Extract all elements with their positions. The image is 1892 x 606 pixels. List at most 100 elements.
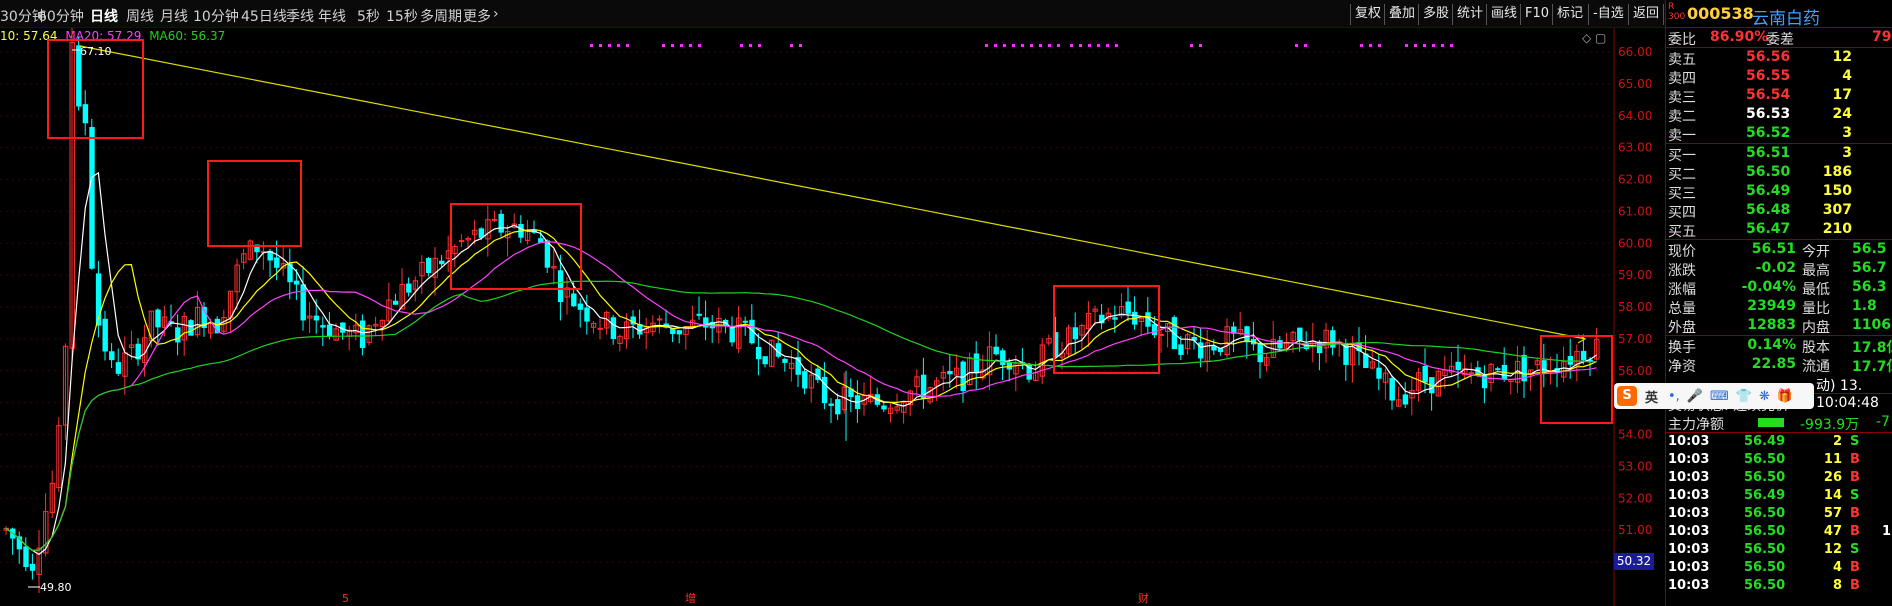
candle-body (115, 362, 122, 374)
candle-body (425, 258, 432, 274)
weibi-value: 86.90% (1710, 29, 1769, 45)
signal-dot (799, 44, 802, 47)
timeframe-3[interactable]: 周线 (126, 6, 154, 26)
candle-body (392, 300, 399, 305)
ime-settings-icon[interactable]: ❋ (1759, 389, 1770, 404)
candle-body (1376, 367, 1382, 379)
tick-list[interactable]: 10:03 56.49 2 S 10:03 56.50 11 B 10:03 56.50 26 B 10… (1666, 432, 1892, 595)
ime-punctuation-icon[interactable]: •, (1668, 389, 1680, 404)
candle-body (300, 284, 306, 321)
stat-label: 现价 (1668, 244, 1696, 260)
more-chevron-icon[interactable]: › (493, 6, 499, 22)
ime-keyboard-icon[interactable]: ⌨ (1710, 389, 1729, 404)
book-label: 买一 (1668, 148, 1696, 164)
toolbar-button-8[interactable]: 返回 (1628, 4, 1665, 25)
trade-status-time: 10:04:48 (1816, 395, 1879, 411)
candle-body (584, 307, 590, 322)
timeframe-6[interactable]: 45日线 (241, 6, 287, 26)
stat-value: 1.8 (1852, 298, 1877, 314)
timeframe-12[interactable]: 更多 (463, 6, 491, 26)
stat-label: 换手 (1668, 340, 1696, 356)
tick-row: 10:03 56.49 2 S (1666, 433, 1892, 451)
candle-body (828, 403, 834, 406)
stat-row: 总量 23949 量比 1.8 (1666, 297, 1892, 317)
stat-label: 今开 (1802, 244, 1830, 260)
candle-body (1422, 365, 1428, 383)
asks-row[interactable]: 卖二 56.53 24 (1666, 105, 1892, 125)
toolbar-button-5[interactable]: F10 (1520, 4, 1553, 25)
y-tick-label: 59.00 (1618, 268, 1652, 282)
ime-language-toggle[interactable]: 英 (1645, 387, 1658, 406)
timeframe-4[interactable]: 月线 (160, 6, 188, 26)
tick-row: 10:03 56.50 47 B 1 (1666, 523, 1892, 541)
toolbar-button-4[interactable]: 画线 (1486, 4, 1521, 25)
bids-row[interactable]: 买三 56.49 150 (1666, 182, 1892, 202)
toolbar-button-7[interactable]: -自选 (1588, 4, 1628, 25)
weicha-label: 委差 (1766, 32, 1794, 48)
stat-value: 12883 (1747, 317, 1796, 333)
timeframe-1[interactable]: 60分钟 (38, 6, 84, 26)
candle-body (29, 563, 36, 571)
asks-row[interactable]: 卖一 56.52 3 (1666, 124, 1892, 144)
highlight-box (207, 160, 302, 247)
bids-row[interactable]: 买五 56.47 210 (1666, 220, 1892, 240)
bids-row[interactable]: 买二 56.50 186 (1666, 163, 1892, 183)
candle-body (821, 376, 828, 404)
candle-body (293, 280, 300, 285)
toolbar-button-2[interactable]: 多股 (1418, 4, 1453, 25)
book-label: 买四 (1668, 205, 1696, 221)
timeframe-11[interactable]: 多周期 (420, 6, 462, 26)
tick-price: 56.50 (1744, 524, 1786, 539)
toolbar-button-1[interactable]: 叠加 (1384, 4, 1419, 25)
timeframe-8[interactable]: 年线 (318, 6, 346, 26)
asks-row[interactable]: 卖四 56.55 4 (1666, 67, 1892, 87)
main-flow-extra: -7 (1876, 414, 1890, 430)
book-volume: 150 (1822, 183, 1852, 199)
candle-body (775, 343, 782, 357)
ime-voice-icon[interactable]: 🎤 (1687, 389, 1703, 404)
asks-row[interactable]: 卖五 56.56 12 (1666, 48, 1892, 68)
timeframe-9[interactable]: 5秒 (357, 6, 380, 26)
candle-body (1178, 344, 1184, 355)
book-price: 56.53 (1746, 106, 1791, 122)
tick-time: 10:03 (1668, 542, 1710, 557)
bids-row[interactable]: 买一 56.51 3 (1666, 144, 1892, 164)
tick-time: 10:03 (1668, 470, 1710, 485)
candle-body (1389, 378, 1395, 401)
book-volume: 3 (1842, 145, 1852, 161)
timeframe-2[interactable]: 日线 (90, 6, 118, 26)
signal-dot (1295, 44, 1298, 47)
signal-dot (1115, 44, 1118, 47)
ime-gift-icon[interactable]: 🎁 (1777, 389, 1793, 404)
stock-code[interactable]: 000538 (1687, 4, 1754, 23)
low-price-label: 49.80 (40, 581, 72, 594)
partial-row-text: 动) 13. (1816, 378, 1863, 394)
ask-book: 卖五 56.56 12 卖四 56.55 4 卖三 56.54 17 卖二 56.53 24 卖一 56.… (1666, 47, 1892, 144)
ime-toolbar[interactable]: S 英 •, 🎤 ⌨ 👕 ❋ 🎁 (1614, 383, 1814, 409)
signal-dot (626, 44, 629, 47)
candle-body (571, 293, 577, 307)
book-price: 56.55 (1746, 68, 1791, 84)
toolbar-button-3[interactable]: 统计 (1452, 4, 1487, 25)
signal-dot (1097, 44, 1100, 47)
y-tick-label: 63.00 (1618, 141, 1652, 155)
tick-time: 10:03 (1668, 578, 1710, 593)
toolbar-button-0[interactable]: 复权 (1350, 4, 1385, 25)
bids-row[interactable]: 买四 56.48 307 (1666, 201, 1892, 221)
ime-skin-icon[interactable]: 👕 (1736, 389, 1752, 404)
signal-dot (680, 44, 683, 47)
asks-row[interactable]: 卖三 56.54 17 (1666, 86, 1892, 106)
y-tick-label: 57.00 (1618, 332, 1652, 346)
candlestick-chart[interactable]: 66.00 65.00 64.00 63.00 62.00 61.00 60.00 59.00… (0, 28, 1665, 606)
book-label: 卖二 (1668, 109, 1696, 125)
stock-name[interactable]: 云南白药 (1752, 4, 1820, 29)
signal-dot (985, 44, 988, 47)
toolbar-button-6[interactable]: 标记 (1552, 4, 1587, 25)
ime-logo-icon[interactable]: S (1617, 386, 1637, 406)
stat-value: 23949 (1747, 298, 1796, 314)
timeframe-10[interactable]: 15秒 (386, 6, 418, 26)
timeframe-5[interactable]: 10分钟 (193, 6, 239, 26)
candle-body (274, 257, 280, 268)
candle-body (1257, 343, 1263, 363)
timeframe-7[interactable]: 季线 (286, 6, 314, 26)
